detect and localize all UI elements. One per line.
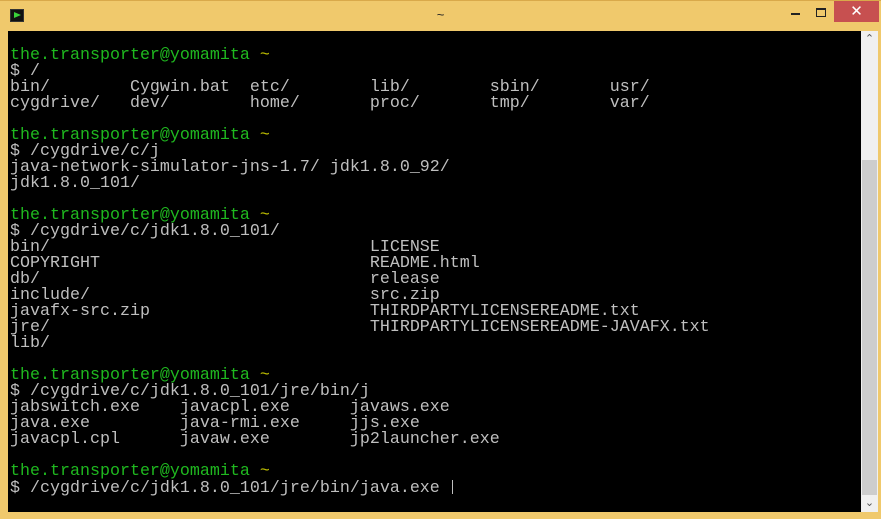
terminal-area[interactable]: the.transporter@yomamita ~ $ / bin/ Cygwin… bbox=[8, 31, 861, 512]
output-line: javacpl.cpl javaw.exe jp2launcher.exe bbox=[10, 430, 500, 449]
text-cursor bbox=[451, 480, 453, 494]
terminal-line: lib/ bbox=[10, 334, 710, 353]
prompt-line: the.transporter@yomamita ~ bbox=[10, 463, 710, 480]
scroll-up-icon[interactable]: ⌃ bbox=[861, 31, 878, 48]
vertical-scrollbar[interactable]: ⌃ ⌄ bbox=[861, 31, 878, 512]
terminal-line: $ /cygdrive/c/jdk1.8.0_101/jre/bin/java.… bbox=[10, 479, 710, 498]
output-line: jre/ THIRDPARTYLICENSEREADME-JAVAFX.txt bbox=[10, 318, 710, 337]
title-bar: ~ ✕ bbox=[0, 0, 881, 31]
scroll-down-icon[interactable]: ⌄ bbox=[861, 495, 878, 512]
terminal-line: javacpl.cpl javaw.exe jp2launcher.exe bbox=[10, 430, 710, 449]
output-line: cygdrive/ dev/ home/ proc/ tmp/ var/ bbox=[10, 94, 650, 113]
minimize-button[interactable] bbox=[782, 1, 810, 22]
output-line: jdk1.8.0_101/ bbox=[10, 174, 140, 193]
scrollbar-thumb[interactable] bbox=[862, 160, 877, 495]
terminal-line: jre/ THIRDPARTYLICENSEREADME-JAVAFX.txt bbox=[10, 318, 710, 337]
terminal-output: the.transporter@yomamita ~ $ / bin/ Cygwin… bbox=[10, 32, 710, 498]
window-title: ~ bbox=[436, 7, 445, 22]
output-line: lib/ bbox=[10, 334, 50, 353]
terminal-line: jdk1.8.0_101/ bbox=[10, 174, 710, 193]
command-input[interactable]: $ /cygdrive/c/jdk1.8.0_101/jre/bin/java.… bbox=[10, 479, 450, 498]
prompt-cwd: ~ bbox=[259, 126, 270, 145]
prompt-line: the.transporter@yomamita ~ bbox=[10, 46, 710, 65]
prompt-cwd: ~ bbox=[259, 46, 270, 65]
terminal-line: cygdrive/ dev/ home/ proc/ tmp/ var/ bbox=[10, 94, 710, 113]
close-button[interactable]: ✕ bbox=[834, 1, 879, 22]
prompt-user-host: the.transporter@yomamita bbox=[10, 46, 250, 65]
